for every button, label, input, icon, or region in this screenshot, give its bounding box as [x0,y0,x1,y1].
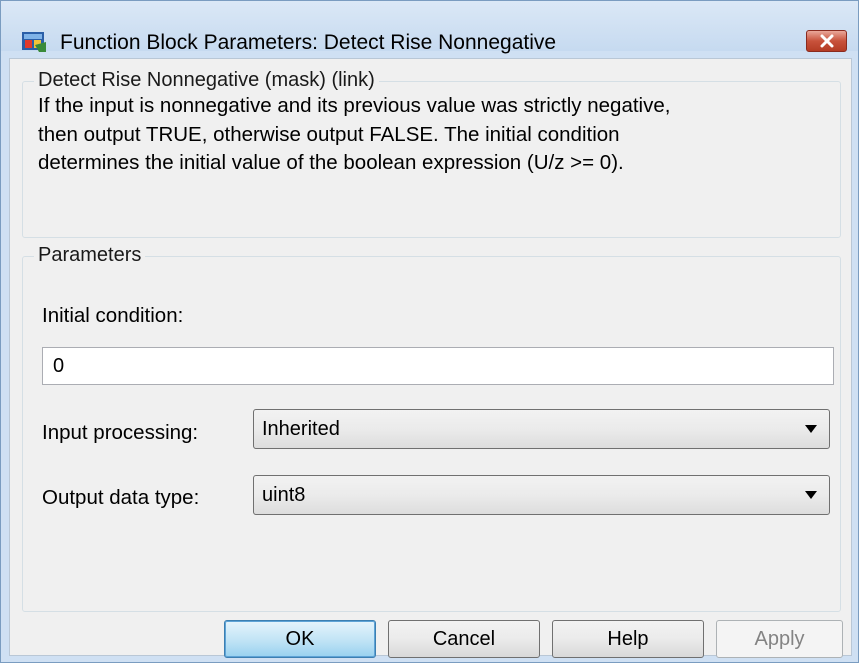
input-processing-dropdown[interactable]: Inherited [253,409,830,449]
chevron-down-icon [805,425,817,433]
ok-button[interactable]: OK [224,620,376,658]
dialog-body: Detect Rise Nonnegative (mask) (link) If… [9,58,852,658]
parameters-group-legend: Parameters [34,244,146,267]
block-description: If the input is nonnegative and its prev… [38,92,843,178]
cancel-button[interactable]: Cancel [388,620,540,658]
title-bar[interactable]: Function Block Parameters: Detect Rise N… [1,1,858,54]
description-line: then output TRUE, otherwise output FALSE… [38,122,620,146]
output-data-type-value: uint8 [262,484,306,506]
window-title: Function Block Parameters: Detect Rise N… [60,31,557,54]
simulink-block-icon [22,32,46,52]
apply-button: Apply [716,620,843,658]
input-processing-label: Input processing: [42,421,199,444]
input-processing-value: Inherited [262,418,340,440]
output-data-type-label: Output data type: [42,486,200,509]
close-button[interactable] [806,30,847,52]
output-data-type-dropdown[interactable]: uint8 [253,475,830,515]
description-line: determines the initial value of the bool… [38,151,624,174]
initial-condition-label: Initial condition: [42,304,184,327]
close-icon [820,34,833,48]
description-line: If the input is nonnegative and its prev… [38,94,671,117]
initial-condition-field[interactable] [42,347,834,385]
chevron-down-icon [805,491,817,499]
description-group-legend: Detect Rise Nonnegative (mask) (link) [34,69,379,92]
help-button[interactable]: Help [552,620,704,658]
dialog-window: Function Block Parameters: Detect Rise N… [0,0,859,663]
